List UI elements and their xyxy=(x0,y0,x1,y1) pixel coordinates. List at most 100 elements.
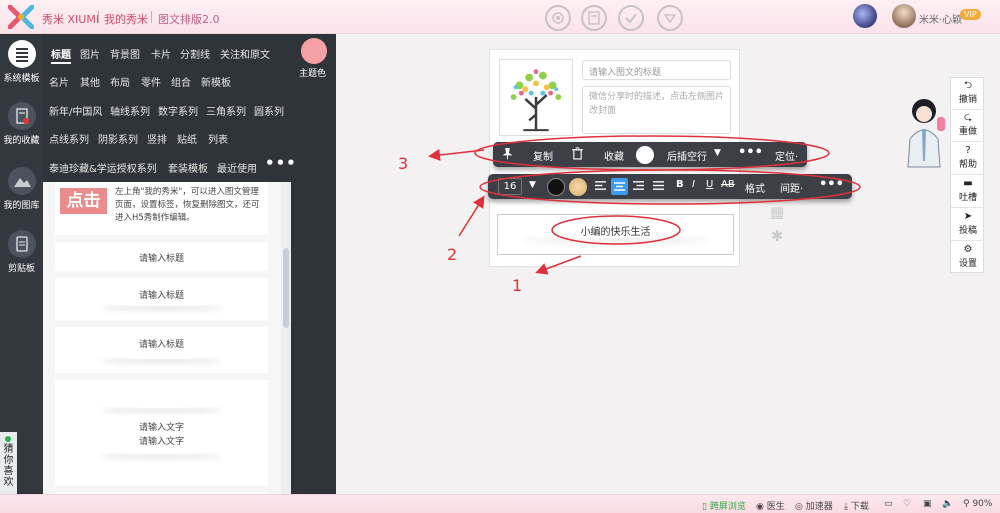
align-left-icon[interactable] xyxy=(595,180,606,194)
window-icon[interactable]: ▭ xyxy=(884,499,893,509)
text-block-content[interactable]: 小编的快乐生活 xyxy=(498,223,733,238)
chevron-down-icon[interactable]: ▼ xyxy=(529,180,536,190)
template-title-shadow[interactable]: 请输入标题 xyxy=(55,278,268,320)
rail-item-clipboard[interactable]: 剪贴板 xyxy=(0,230,43,274)
template-text-block[interactable]: 请输入文字 请输入文字 xyxy=(55,380,268,486)
list-icon xyxy=(7,40,36,68)
trash-icon[interactable] xyxy=(572,147,583,163)
more-options-button[interactable]: ••• xyxy=(738,145,763,160)
rail-item-gallery[interactable]: 我的图库 xyxy=(0,167,43,211)
category-axis[interactable]: 轴线系列 xyxy=(110,103,150,118)
category-numbers[interactable]: 数字系列 xyxy=(158,103,198,118)
doctor-button[interactable]: ◉ 医生 xyxy=(756,499,785,512)
align-right-icon[interactable] xyxy=(633,180,644,194)
grid-icon[interactable]: ▦ xyxy=(770,200,784,224)
brand-name[interactable]: 秀米 XIUMI xyxy=(42,11,99,27)
category-layout[interactable]: 布局 xyxy=(110,74,130,89)
accelerator-button[interactable]: ◎ 加速器 xyxy=(795,499,833,512)
position-button[interactable]: 定位· xyxy=(775,148,798,163)
theme-color-swatch[interactable] xyxy=(301,38,327,64)
undo-button[interactable]: ⮌ 撤销 xyxy=(951,80,985,105)
category-sticker[interactable]: 贴纸 xyxy=(177,131,197,146)
help-button[interactable]: ? 帮助 xyxy=(951,145,985,170)
user-name[interactable]: 米米·心颖 xyxy=(919,11,962,26)
category-dotline[interactable]: 点线系列 xyxy=(49,131,89,146)
check-icon[interactable] xyxy=(618,5,644,31)
background-color-picker[interactable] xyxy=(636,146,654,164)
save-icon[interactable] xyxy=(581,5,607,31)
cross-screen-button[interactable]: ▯ 跨屏浏览 xyxy=(702,499,746,512)
category-vertical[interactable]: 竖排 xyxy=(147,131,167,146)
rail-item-system-templates[interactable]: 系统模板 xyxy=(0,40,43,84)
zoom-control[interactable]: ⚲ 90% xyxy=(963,499,992,509)
justify-icon[interactable] xyxy=(653,180,664,194)
category-background[interactable]: 背景图 xyxy=(110,46,140,61)
annotation-number: 3 xyxy=(398,154,409,173)
category-recent[interactable]: 最近使用 xyxy=(217,160,257,175)
align-center-icon[interactable] xyxy=(611,178,628,195)
heart-icon[interactable]: ♡ xyxy=(903,499,911,509)
insert-blank-line-button[interactable]: 后插空行 xyxy=(667,148,707,163)
category-chinese[interactable]: 新年/中国风 xyxy=(49,103,102,118)
category-other[interactable]: 其他 xyxy=(80,74,100,89)
template-title-boxed[interactable]: 请输入标题 xyxy=(55,242,268,271)
cover-image[interactable] xyxy=(499,59,573,136)
category-parts[interactable]: 零件 xyxy=(141,74,161,89)
category-namecard[interactable]: 名片 xyxy=(49,74,69,89)
font-size-input[interactable]: 16 xyxy=(498,178,522,195)
category-shadow[interactable]: 阴影系列 xyxy=(98,131,138,146)
my-xiumi-link[interactable]: 我的秀米 xyxy=(104,11,148,27)
template-scrollbar[interactable] xyxy=(281,182,291,494)
italic-button[interactable]: I xyxy=(692,179,695,190)
underline-button[interactable]: U xyxy=(706,179,713,190)
category-divider[interactable]: 分割线 xyxy=(180,46,210,61)
volume-icon[interactable]: 🔈 xyxy=(942,499,953,509)
more-categories-button[interactable]: ••• xyxy=(265,154,297,172)
chevron-down-icon[interactable]: ▼ xyxy=(714,148,721,158)
pin-icon[interactable] xyxy=(502,148,513,163)
separator xyxy=(151,11,152,23)
submit-button[interactable]: ➤ 投稿 xyxy=(951,211,985,236)
scroll-thumb[interactable] xyxy=(283,248,289,328)
category-circle[interactable]: 圆系列 xyxy=(254,103,284,118)
article-title-input[interactable]: 请输入图文的标题 xyxy=(582,60,731,80)
template-intro-card[interactable]: 点击 左上角"我的秀米"，可以进入图文管理页面，设置标签，恢复删除图文，还可进入… xyxy=(55,182,268,235)
download-button[interactable]: ⤓ 下载 xyxy=(844,499,869,512)
xiumi-logo[interactable] xyxy=(8,5,34,29)
bookmark-icon xyxy=(7,102,36,130)
format-button[interactable]: 格式 xyxy=(745,180,765,195)
category-follow[interactable]: 关注和原文 xyxy=(220,46,270,61)
preview-icon[interactable] xyxy=(545,5,571,31)
rail-item-favorites[interactable]: 我的收藏 xyxy=(0,102,43,146)
profile-avatar[interactable] xyxy=(892,4,916,28)
gear-icon[interactable]: ✱ xyxy=(770,224,784,248)
redo-button[interactable]: ⮎ 重做 xyxy=(951,112,985,137)
share-description-input[interactable]: 微信分享时的描述，点击左侧图片改封面 xyxy=(582,86,731,134)
favorite-button[interactable]: 收藏 xyxy=(604,148,624,163)
feedback-button[interactable]: ▬ 吐槽 xyxy=(951,178,985,203)
text-color-picker[interactable] xyxy=(547,178,565,196)
copy-button[interactable]: 复制 xyxy=(533,148,553,163)
category-list[interactable]: 列表 xyxy=(208,131,228,146)
user-avatar[interactable] xyxy=(853,4,877,28)
strikethrough-button[interactable]: AB xyxy=(721,179,735,190)
selected-text-block[interactable]: 小编的快乐生活 xyxy=(497,214,734,255)
more-options-button[interactable]: ••• xyxy=(819,177,844,192)
category-title[interactable]: 标题 xyxy=(51,46,71,64)
settings-button[interactable]: ⚙ 设置 xyxy=(951,244,985,269)
category-combo[interactable]: 组合 xyxy=(171,74,191,89)
category-image[interactable]: 图片 xyxy=(80,46,100,61)
category-new[interactable]: 新模板 xyxy=(201,74,231,89)
guess-you-like-tab[interactable]: 猜你喜欢 xyxy=(0,432,17,494)
chat-icon: ▬ xyxy=(963,178,973,189)
monitor-icon[interactable]: ▣ xyxy=(923,499,932,509)
template-title-curved-shadow[interactable]: 请输入标题 xyxy=(55,327,268,373)
dropdown-icon[interactable] xyxy=(657,5,683,31)
category-suit[interactable]: 套装模板 xyxy=(168,160,208,175)
spacing-button[interactable]: 间距· xyxy=(780,180,803,195)
category-triangle[interactable]: 三角系列 xyxy=(206,103,246,118)
bold-button[interactable]: B xyxy=(676,179,684,190)
text-background-picker[interactable] xyxy=(569,178,587,196)
category-card[interactable]: 卡片 xyxy=(151,46,171,61)
category-teddy[interactable]: 泰迪珍藏&学运授权系列 xyxy=(49,160,157,175)
